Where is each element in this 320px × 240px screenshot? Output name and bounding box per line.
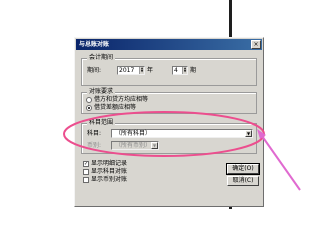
ok-button[interactable]: 确定(O) — [226, 163, 260, 175]
currency-label: 币别: — [87, 142, 102, 149]
subject-select-value: （所有科目） — [115, 130, 152, 137]
month-stepper[interactable]: 4 ▲ ▼ — [172, 66, 188, 75]
close-icon: × — [253, 41, 259, 48]
month-spin-arrows-icon[interactable]: ▲ ▼ — [182, 67, 187, 74]
method-group-label: 对账要求 — [87, 88, 116, 96]
year-spin-arrows-icon[interactable]: ▲ ▼ — [139, 67, 144, 74]
year-unit: 年 — [147, 67, 154, 74]
annotation-arrow-shaft — [261, 135, 301, 191]
subject-group: 科目范围 — [81, 119, 257, 154]
period-label: 期间: — [87, 67, 102, 74]
subject-label: 科目: — [87, 130, 102, 137]
subject-dropdown-arrow-icon[interactable]: ▼ — [245, 130, 252, 137]
reconcile-dialog: 与总账对账 × 会计期间 期间: 2017 ▲ ▼ 年 4 ▲ ▼ 期 对账要求 借… — [74, 37, 264, 207]
show-detail-label: 显示明细记录 — [91, 160, 128, 167]
cancel-button[interactable]: 取消(C) — [227, 176, 259, 186]
show-subject-checkbox[interactable] — [83, 169, 89, 175]
dialog-titlebar[interactable]: 与总账对账 × — [76, 39, 262, 50]
close-button[interactable]: × — [251, 40, 261, 49]
currency-select-value: （所有币别） — [115, 142, 152, 149]
show-subject-label: 显示科目对账 — [91, 168, 128, 175]
show-detail-checkbox[interactable]: ✓ — [83, 161, 89, 167]
method-option-debit-credit: 借方和贷方均应相等 — [94, 96, 149, 103]
subject-group-label: 科目范围 — [87, 119, 116, 127]
year-value: 2017 — [119, 67, 135, 74]
month-value: 4 — [174, 67, 178, 74]
currency-dropdown-arrow-icon[interactable]: ▼ — [151, 142, 158, 149]
period-group-label: 会计期间 — [87, 54, 116, 62]
show-currency-label: 显示币别对账 — [91, 176, 128, 183]
currency-select[interactable]: （所有币别） ▼ — [111, 141, 159, 150]
month-unit: 期 — [190, 67, 197, 74]
method-option-balance: 借贷差额应相等 — [94, 104, 137, 111]
subject-select[interactable]: （所有科目） ▼ — [111, 129, 253, 138]
screenshot-stage: 与总账对账 × 会计期间 期间: 2017 ▲ ▼ 年 4 ▲ ▼ 期 对账要求 借… — [0, 0, 313, 209]
dialog-title: 与总账对账 — [79, 41, 110, 48]
period-group: 会计期间 — [81, 54, 257, 86]
method-radio-debit-credit[interactable] — [86, 97, 92, 103]
show-currency-checkbox[interactable] — [83, 177, 89, 183]
year-stepper[interactable]: 2017 ▲ ▼ — [117, 66, 145, 75]
method-radio-balance[interactable] — [86, 105, 92, 111]
